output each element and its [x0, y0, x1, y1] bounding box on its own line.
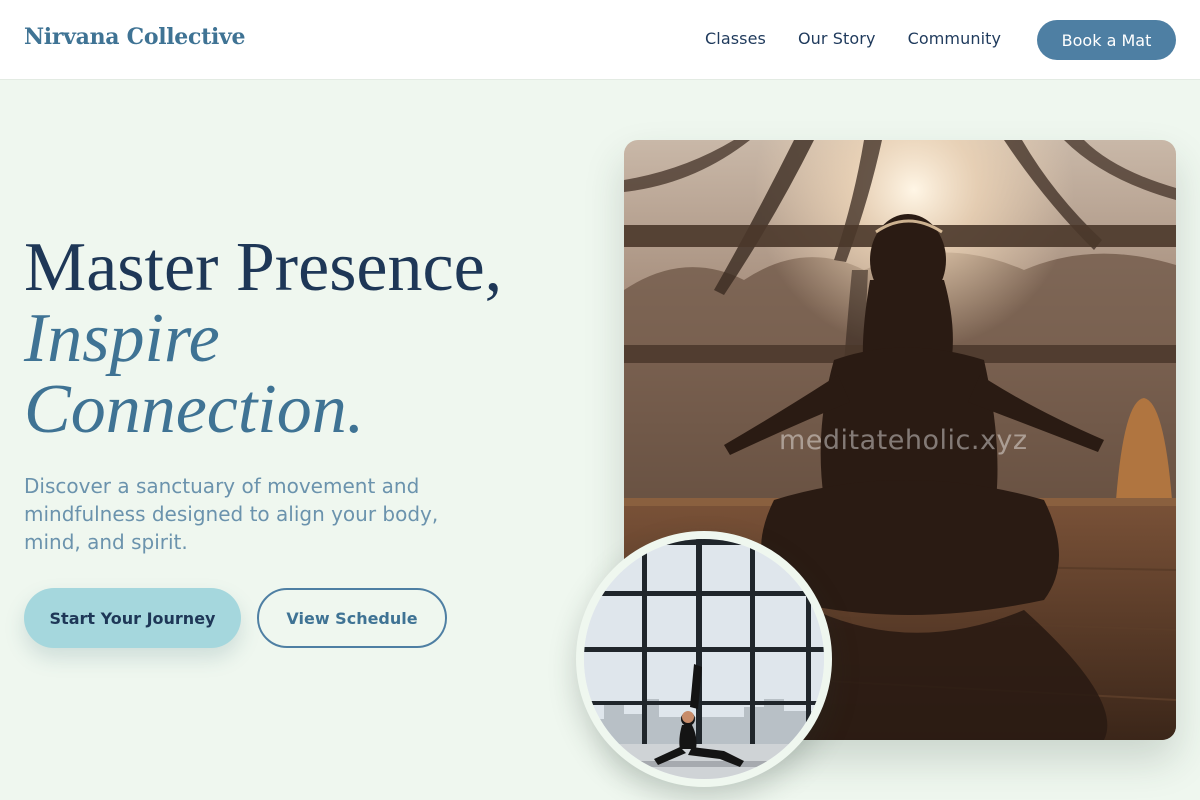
image-watermark: meditateholic.xyz — [779, 425, 1028, 456]
view-schedule-button[interactable]: View Schedule — [257, 588, 447, 648]
hero-subtitle: Discover a sanctuary of movement and min… — [24, 474, 439, 554]
yoga-pose-photo — [576, 531, 832, 787]
headline-line-1: Master Presence, — [24, 229, 503, 306]
brand-logo[interactable]: Nirvana Collective — [24, 24, 246, 50]
headline-line-2: Inspire — [24, 300, 220, 377]
start-journey-button[interactable]: Start Your Journey — [24, 588, 241, 648]
nav-link-community[interactable]: Community — [908, 29, 1002, 48]
yoga-pose-scene — [584, 539, 824, 779]
hero-headline: Master Presence, Inspire Connection. — [24, 232, 584, 445]
nav-link-classes[interactable]: Classes — [705, 29, 766, 48]
site-header: Nirvana Collective Classes Our Story Com… — [0, 0, 1200, 80]
headline-line-3: Connection. — [24, 371, 365, 448]
nav-link-our-story[interactable]: Our Story — [798, 29, 876, 48]
main-nav: Classes Our Story Community — [705, 29, 1001, 48]
book-a-mat-button[interactable]: Book a Mat — [1037, 20, 1176, 60]
